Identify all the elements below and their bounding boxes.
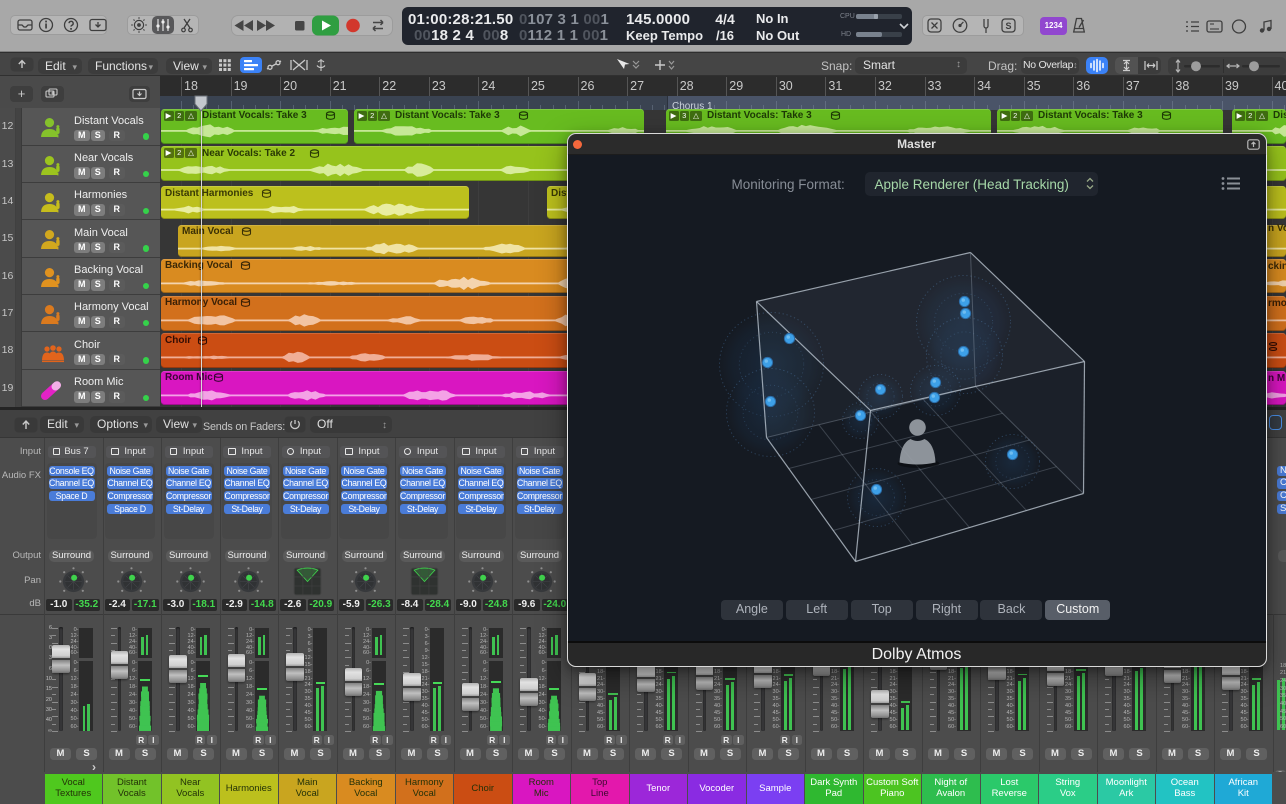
svg-text:S: S — [1005, 21, 1011, 31]
